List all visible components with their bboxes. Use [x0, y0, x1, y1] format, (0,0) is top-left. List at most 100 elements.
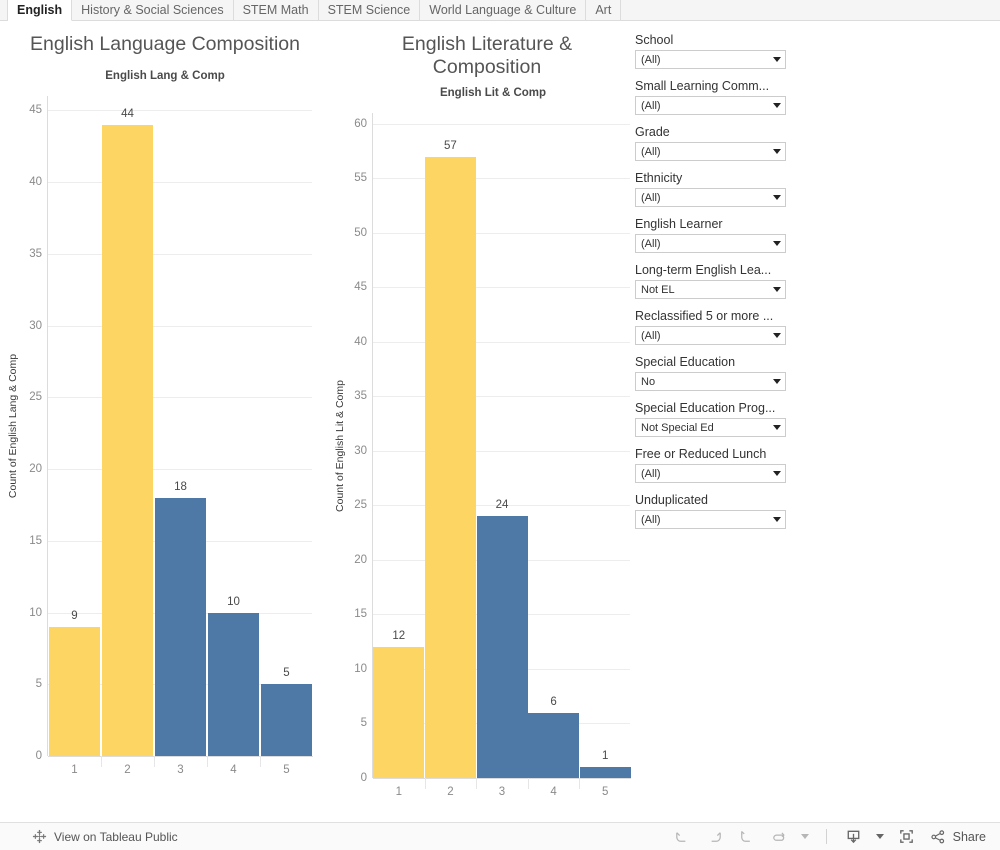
bar[interactable] [373, 647, 425, 778]
chevron-down-icon [773, 103, 781, 108]
redo-icon[interactable] [705, 827, 724, 846]
x-axis-tick-separator [154, 756, 155, 767]
tab-label: English [17, 2, 63, 17]
y-axis-tick-label: 5 [360, 717, 367, 730]
y-axis-tick-label: 5 [35, 678, 42, 691]
tab-art[interactable]: Art [586, 0, 622, 20]
tab-stem-math[interactable]: STEM Math [233, 0, 319, 20]
x-axis-line [373, 778, 631, 779]
download-dropdown-caret-icon[interactable] [875, 834, 884, 839]
y-axis-tick-label: 20 [354, 553, 367, 566]
y-axis-tick-label: 40 [354, 335, 367, 348]
y-axis-tick-label: 55 [354, 172, 367, 185]
filter-dropdown[interactable]: (All) [635, 188, 786, 207]
toolbar-actions: Share [673, 827, 986, 846]
chevron-down-icon [773, 517, 781, 522]
chart-title-right: English Literature & Composition [401, 33, 573, 78]
bar-plot-right: 0 5 10 15 20 25 30 35 40 45 50 55 60 12 1 57 2 24 3 6 4 1 5 [354, 113, 631, 798]
filter-dropdown[interactable]: (All) [635, 510, 786, 529]
gridline [48, 253, 312, 255]
tab-label: Art [595, 2, 612, 17]
filter-label: Special Education Prog... [635, 401, 776, 415]
x-axis-tick-separator [476, 778, 478, 789]
gridline [373, 232, 630, 234]
tab-label: STEM Math [242, 2, 309, 17]
x-axis-tick-label: 1 [395, 786, 402, 798]
gridline [48, 469, 312, 471]
filter-reclassified-5-or-more: Reclassified 5 or more ... (All) [635, 309, 1000, 345]
chart-title-left: English Language Composition [30, 33, 300, 55]
refresh-icon[interactable] [769, 827, 788, 846]
tableau-logo-icon [32, 829, 47, 844]
bar-value-label: 10 [227, 595, 240, 608]
chart-panel-english-lang-comp: English Language Composition English Lan… [0, 21, 330, 796]
filter-selected-value: (All) [641, 329, 661, 342]
filter-dropdown[interactable]: (All) [635, 326, 786, 345]
chart-panel-english-lit-comp: English Literature & Composition English… [330, 21, 631, 818]
filter-dropdown[interactable]: (All) [635, 234, 786, 253]
bar[interactable] [476, 516, 528, 778]
filter-selected-value: Not Special Ed [641, 421, 714, 434]
filter-dropdown[interactable]: (All) [635, 142, 786, 161]
y-axis-tick-label: 15 [29, 534, 42, 547]
x-axis-tick-separator [527, 778, 529, 789]
filter-dropdown[interactable]: (All) [635, 96, 786, 115]
bar[interactable] [579, 767, 631, 778]
revert-icon[interactable] [737, 827, 756, 846]
bar[interactable] [49, 626, 100, 756]
bar[interactable] [208, 612, 259, 756]
filter-english-learner: English Learner (All) [635, 217, 1000, 253]
x-axis-tick-separator [260, 756, 261, 767]
filter-selected-value: (All) [641, 145, 661, 158]
bar-value-label: 5 [283, 667, 290, 680]
bar[interactable] [528, 712, 580, 778]
tab-world-language-culture[interactable]: World Language & Culture [420, 0, 587, 20]
share-button[interactable]: Share [929, 828, 986, 846]
filter-dropdown[interactable]: Not EL [635, 280, 786, 299]
view-on-tableau-public-button[interactable]: View on Tableau Public [32, 829, 178, 844]
bar[interactable] [102, 124, 153, 756]
filter-dropdown[interactable]: (All) [635, 50, 786, 69]
tab-history-social-sciences[interactable]: History & Social Sciences [72, 0, 234, 20]
filter-selected-value: (All) [641, 467, 661, 480]
filter-dropdown[interactable]: (All) [635, 464, 786, 483]
filter-grade: Grade (All) [635, 125, 1000, 161]
bar[interactable] [261, 684, 312, 756]
y-axis-tick-label: 30 [29, 319, 42, 332]
filter-label: Small Learning Comm... [635, 79, 770, 93]
y-axis-tick-label: 10 [354, 662, 367, 675]
chevron-down-icon [773, 471, 781, 476]
bar-value-label: 57 [443, 139, 457, 152]
bar[interactable] [155, 497, 206, 756]
undo-icon[interactable] [673, 827, 692, 846]
filter-dropdown[interactable]: Not Special Ed [635, 418, 786, 437]
chevron-down-icon [773, 149, 781, 154]
y-axis-tick-label: 15 [354, 608, 367, 621]
gridline [373, 178, 630, 180]
chevron-down-icon [773, 425, 781, 430]
filter-label: Grade [635, 125, 670, 139]
tab-stem-science[interactable]: STEM Science [318, 0, 421, 20]
tab-english[interactable]: English [8, 0, 73, 21]
bar[interactable] [424, 156, 476, 778]
chevron-down-icon [773, 287, 781, 292]
bar-value-label: 24 [495, 499, 509, 512]
view-on-tableau-public-label: View on Tableau Public [54, 829, 178, 844]
tab-bar: English History & Social Sciences STEM Mat… [0, 0, 1000, 21]
refresh-dropdown-caret-icon[interactable] [800, 834, 809, 839]
tab-label: STEM Science [327, 2, 411, 17]
filter-selected-value: Not EL [641, 283, 675, 296]
y-axis-tick-label: 45 [354, 281, 367, 294]
filter-dropdown[interactable]: No [635, 372, 786, 391]
filter-selected-value: (All) [641, 53, 661, 66]
filter-label: Free or Reduced Lunch [635, 447, 767, 461]
y-axis-tick-label: 25 [354, 499, 367, 512]
y-axis-tick-label: 60 [354, 117, 367, 130]
download-icon[interactable] [844, 827, 863, 846]
chart-subtitle-left: English Lang & Comp [105, 70, 225, 82]
y-axis-tick-label: 35 [29, 247, 42, 260]
fullscreen-icon[interactable] [897, 827, 916, 846]
chevron-down-icon [773, 379, 781, 384]
share-icon [929, 828, 947, 846]
gridline [373, 341, 630, 343]
